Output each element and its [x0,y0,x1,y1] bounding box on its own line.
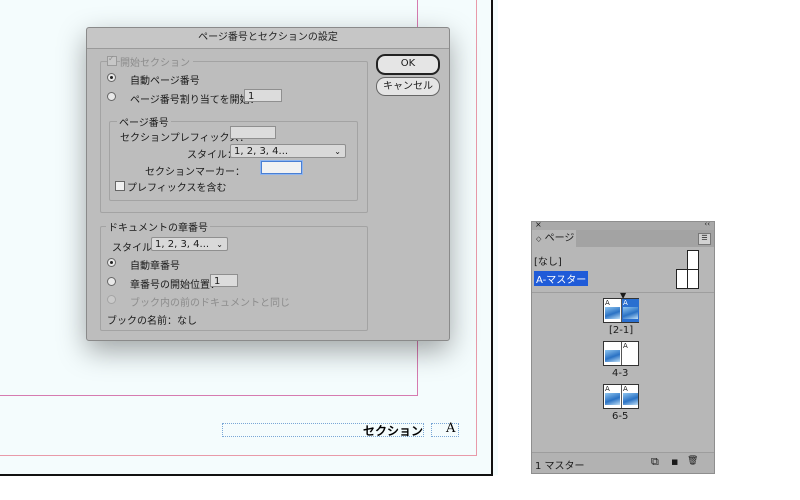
chapter-numbering-group-label: ドキュメントの章番号 [106,219,210,234]
include-prefix-checkbox[interactable] [115,181,125,191]
start-at-label: ページ番号割り当てを開始： [130,95,260,106]
bleed-guide-vertical [476,0,477,456]
tab-pages-label: ページ [544,233,575,244]
page-image [623,307,638,319]
chapter-start-radio[interactable] [107,277,116,286]
spread-label-1: [2-1] [609,325,634,336]
chapter-start-label: 章番号の開始位置： [130,280,220,291]
start-at-input[interactable]: 1 [244,89,282,102]
chapter-start-input[interactable]: 1 [210,274,238,287]
page-numbering-group-label: ページ番号 [117,114,171,129]
master-none-label[interactable]: [なし] [534,253,562,268]
style-select[interactable]: 1, 2, 3, 4... ⌄ [230,144,346,158]
cancel-button[interactable]: キャンセル [376,77,440,96]
tab-toggle-icon: ◇ [536,235,542,243]
start-section-label: 開始セクション [120,54,193,69]
page-image [605,307,620,319]
auto-chapter-label: 自動章番号 [130,261,180,272]
close-icon[interactable]: × [535,220,542,229]
pages-panel: × ‹‹ ◇ ページ ☰ [なし] A-マスター ▼ A A [2-1] A 4… [531,220,715,474]
start-section-checkbox[interactable] [107,54,117,66]
spread-label-2: 4-3 [612,368,629,379]
auto-page-radio[interactable] [107,73,116,82]
master-a-label[interactable]: A-マスター [534,271,589,286]
section-text: セクション [363,424,424,438]
spread-thumbnail-3[interactable]: A A [603,384,639,409]
trash-icon[interactable]: 🗑 [687,456,698,466]
master-a-thumbnail[interactable] [676,269,699,289]
collapse-icon[interactable]: ‹‹ [704,220,710,228]
panel-tab-row: ◇ ページ ☰ [532,230,714,247]
spread-thumbnail-2[interactable]: A [603,341,639,366]
prefix-input[interactable] [230,126,276,139]
page-edge-right [491,0,493,476]
page-image [605,350,620,362]
edit-page-size-icon[interactable]: ⧉ [651,455,659,469]
new-page-icon[interactable]: ▪ [671,455,678,468]
tab-pages[interactable]: ◇ ページ [532,230,576,247]
chapter-style-select-value: 1, 2, 3, 4... [155,239,210,250]
book-name-label: ブックの名前：なし [107,316,197,327]
same-as-prev-label: ブック内の前のドキュメントと同じ [130,298,290,309]
margin-guide-horizontal [0,395,418,396]
marker-label: セクションマーカー： [145,167,245,178]
master-count-label: 1 マスター [535,461,585,472]
page-image [605,393,620,405]
spread-label-3: 6-5 [612,411,629,422]
include-prefix-label: プレフィックスを含む [127,183,227,194]
chapter-style-select[interactable]: 1, 2, 3, 4... ⌄ [151,237,228,251]
page-edge-bottom [0,474,493,476]
chevron-down-icon: ⌄ [334,147,341,156]
bleed-guide-horizontal [0,455,477,456]
same-as-prev-radio[interactable] [107,295,116,304]
auto-chapter-radio[interactable] [107,258,116,267]
panel-footer: 1 マスター ⧉ ▪ 🗑 [532,452,714,473]
spread-thumbnail-1[interactable]: A A [603,298,639,323]
marker-input[interactable] [261,161,302,174]
start-at-radio[interactable] [107,92,116,101]
panel-header: × ‹‹ [532,220,714,230]
style-select-value: 1, 2, 3, 4... [234,146,289,157]
marker-text: A [446,421,456,436]
numbering-section-dialog: ページ番号とセクションの設定 開始セクション 自動ページ番号 ページ番号割り当て… [86,27,450,341]
auto-page-label: 自動ページ番号 [130,76,200,87]
master-none-thumbnail[interactable] [687,250,699,270]
ok-button[interactable]: OK [376,54,440,75]
panel-menu-icon[interactable]: ☰ [698,233,711,245]
chevron-down-icon: ⌄ [216,240,223,249]
page-image [623,393,638,405]
dialog-title: ページ番号とセクションの設定 [87,28,449,49]
